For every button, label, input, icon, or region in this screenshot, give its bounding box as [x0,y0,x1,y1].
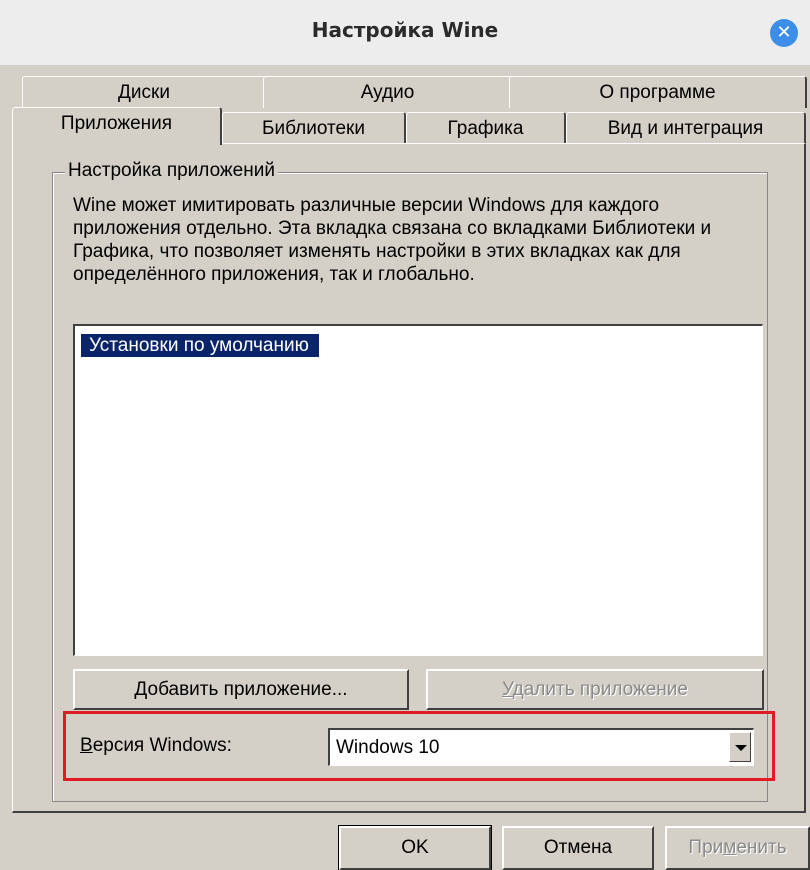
close-icon[interactable]: ✕ [770,19,798,47]
group-title: Настройка приложений [65,160,278,182]
tab-audio[interactable]: Аудио [263,76,513,108]
apply-label-rest: енить [736,837,787,858]
windows-version-value: Windows 10 [336,737,440,758]
remove-button-label: далить приложение [512,679,688,700]
apply-button[interactable]: Применить [665,826,810,870]
remove-button-mnemonic: У [502,679,513,700]
add-application-button[interactable]: Добавить приложение... [73,669,409,710]
apply-mnemonic: м [723,837,737,858]
list-item[interactable]: Установки по умолчанию [80,333,320,358]
title-bar: Настройка Wine ✕ [0,0,810,66]
cancel-button[interactable]: Отмена [502,826,654,870]
apply-label-pre: При [688,837,724,858]
version-label-text: ерсия Windows: [92,735,232,756]
chevron-down-icon[interactable] [729,732,751,762]
windows-version-label: Версия Windows: [80,735,232,757]
remove-application-button[interactable]: Удалить приложение [426,669,764,710]
tab-disks[interactable]: Диски [22,76,267,108]
tab-graphics[interactable]: Графика [406,112,566,144]
group-description: Wine может имитировать различные версии … [73,195,712,285]
add-button-label: обавить приложение... [147,679,348,700]
tab-about[interactable]: О программе [509,76,807,108]
ok-button[interactable]: OK [338,825,492,870]
window-title: Настройка Wine [311,18,499,42]
add-button-mnemonic: Д [134,679,148,700]
tab-desktop-integration[interactable]: Вид и интеграция [566,112,806,144]
tab-applications[interactable]: Приложения [12,107,222,145]
tab-libraries[interactable]: Библиотеки [222,112,406,144]
version-label-mnemonic: В [80,735,93,756]
applications-list[interactable]: Установки по умолчанию [73,324,763,656]
windows-version-select[interactable]: Windows 10 [328,728,754,766]
